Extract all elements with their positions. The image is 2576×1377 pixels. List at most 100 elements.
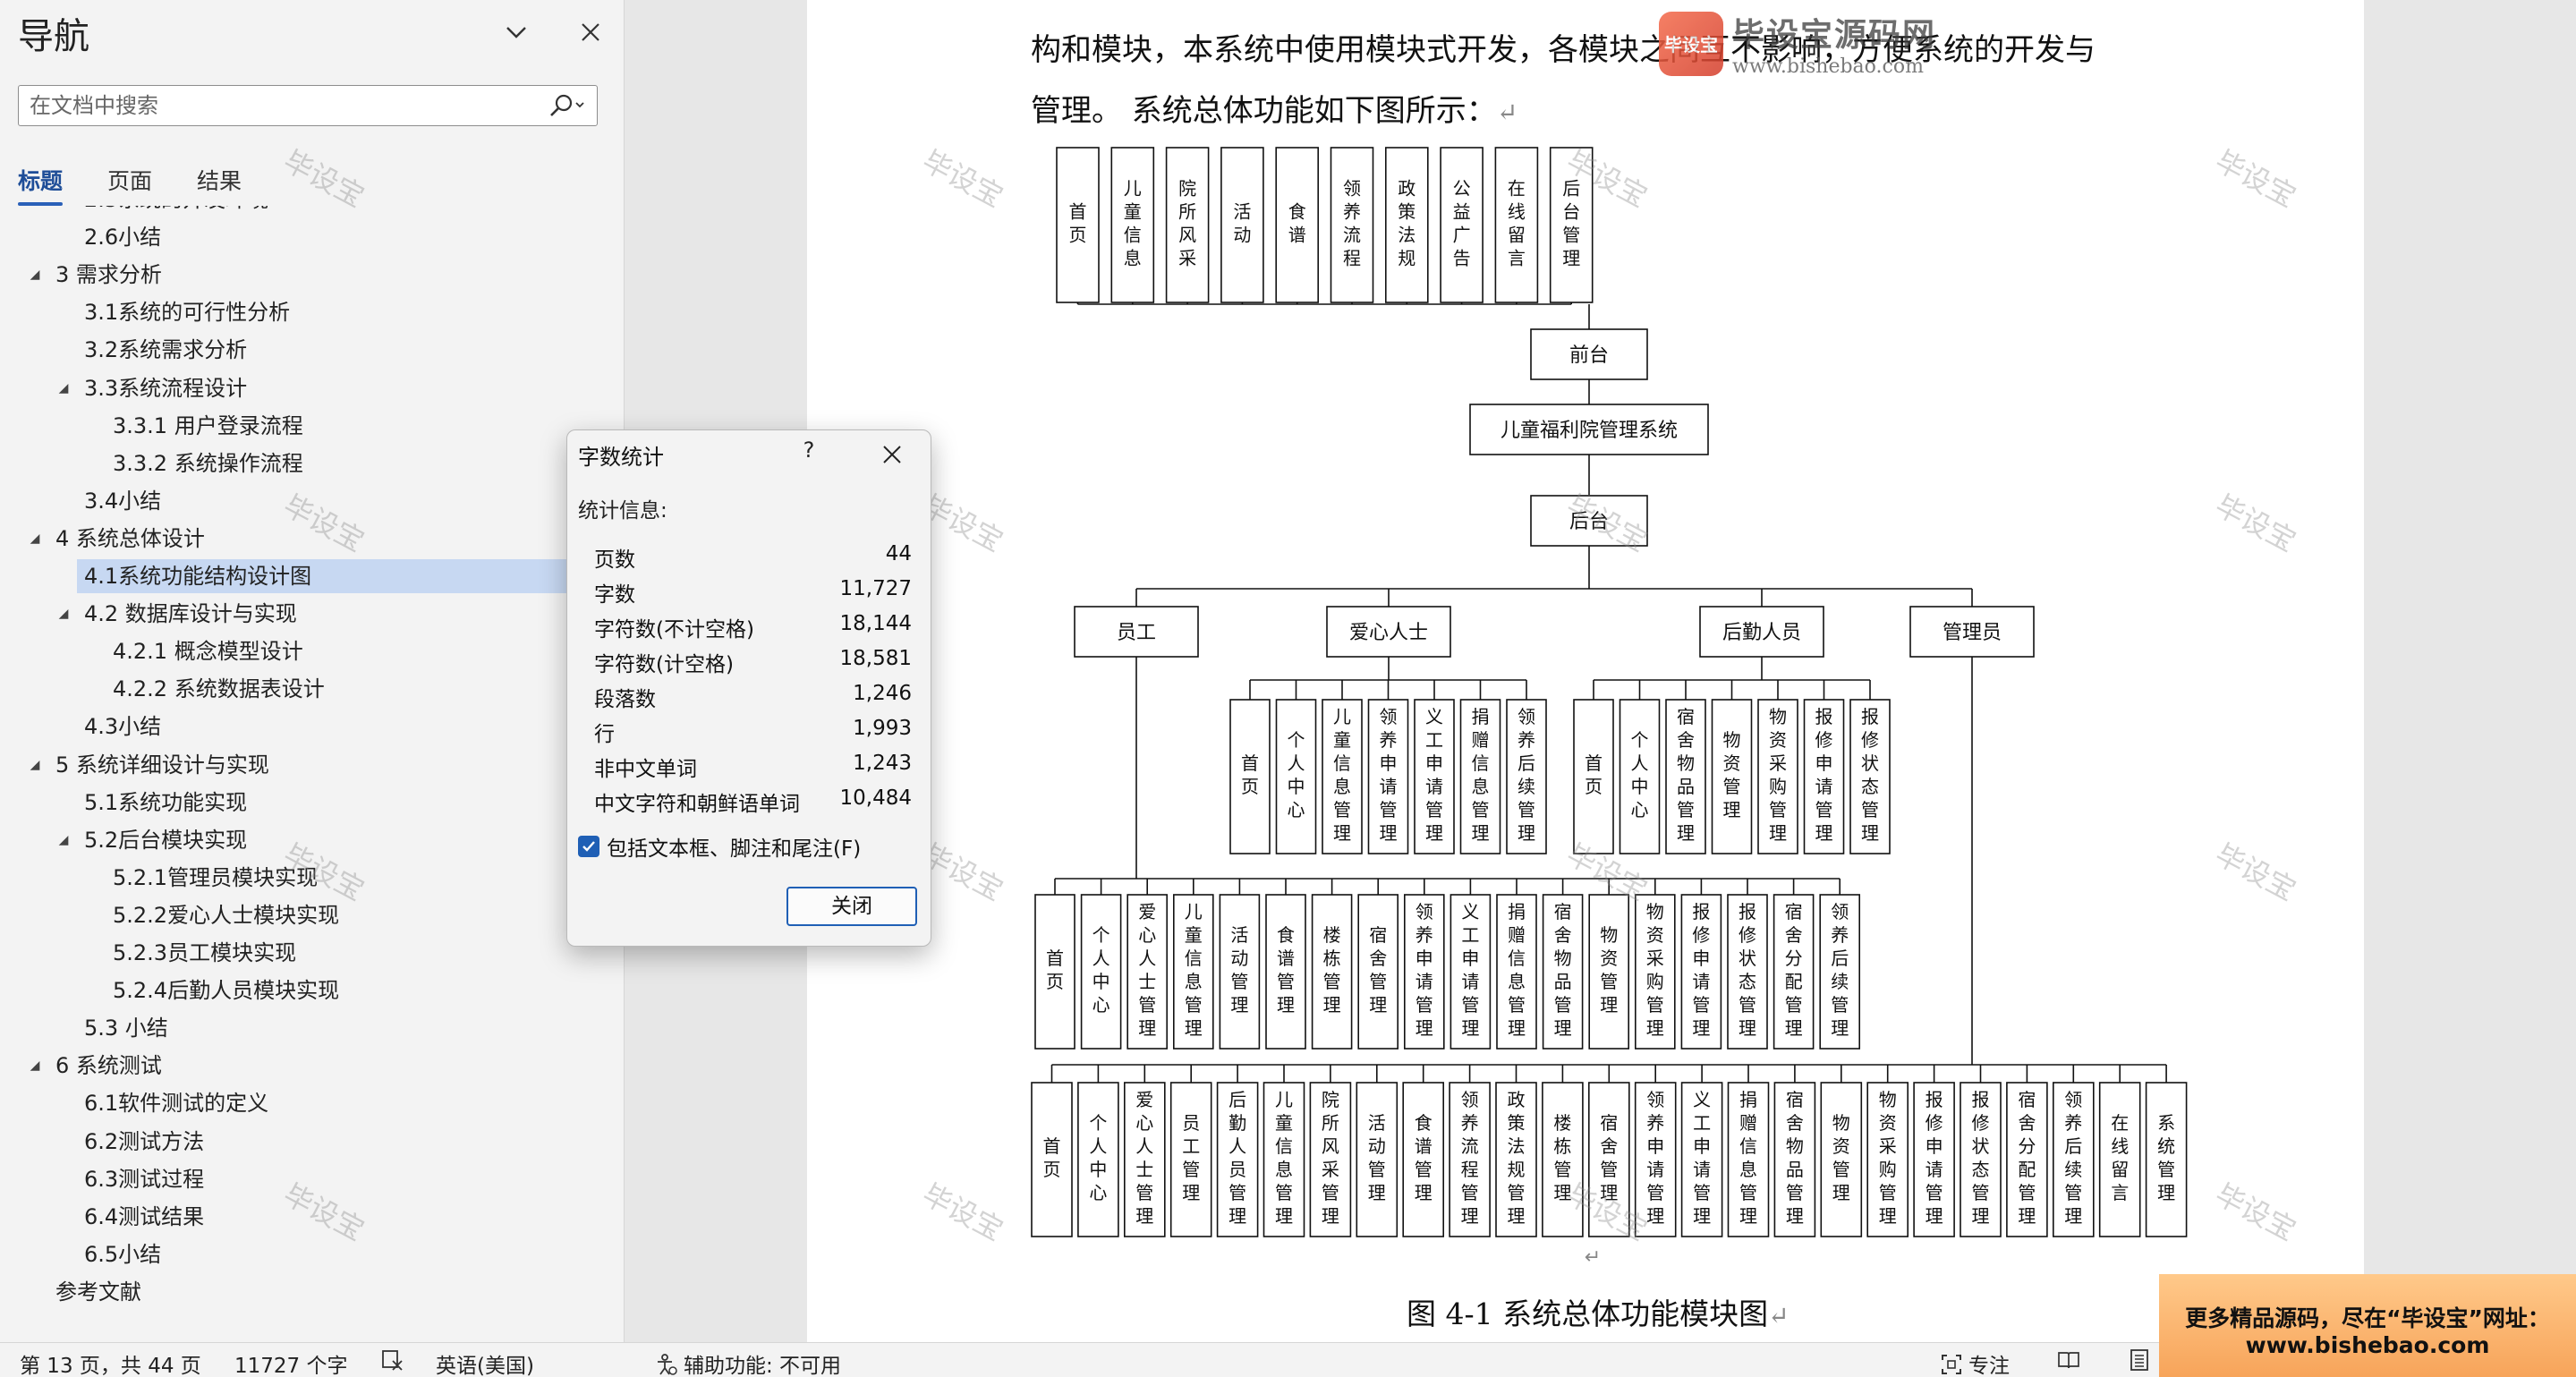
- nav-heading-item[interactable]: 4.1系统功能结构设计图: [77, 559, 573, 593]
- stat-label: 非中文单词: [594, 758, 697, 781]
- stat-label: 字数: [594, 583, 635, 607]
- stat-label: 行: [594, 723, 615, 746]
- nav-heading-label: 2.6小结: [84, 225, 162, 250]
- stat-row: 页数 44: [594, 542, 912, 577]
- nav-heading-item[interactable]: 4.2.1 概念模型设计: [113, 634, 303, 668]
- word-count-dialog: 字数统计 ? 统计信息: 页数 44 字数 11,727 字符数(不计空格) 18,144…: [566, 429, 931, 947]
- nav-heading-item[interactable]: 6.2测试方法: [84, 1125, 204, 1159]
- stat-row: 行 1,993: [594, 717, 912, 752]
- expand-triangle-icon[interactable]: ◢: [25, 748, 45, 782]
- dialog-close-icon[interactable]: [870, 438, 914, 472]
- checkbox-checked-icon[interactable]: [578, 836, 599, 857]
- stat-value: 1,246: [853, 682, 912, 705]
- close-icon[interactable]: [571, 13, 610, 52]
- role-node-label: 爱心人士: [1349, 622, 1428, 644]
- nav-heading-item[interactable]: 5.2.1管理员模块实现: [113, 861, 318, 895]
- nav-heading-label: 2.5系统的开发环境: [84, 206, 268, 212]
- nav-search-box: [18, 85, 598, 126]
- print-layout-icon[interactable]: [2128, 1348, 2151, 1377]
- focus-mode[interactable]: 专注: [1940, 1348, 2010, 1377]
- expand-triangle-icon[interactable]: ◢: [54, 597, 73, 631]
- nav-heading-label: 3.1系统的可行性分析: [84, 300, 291, 325]
- nav-heading-item[interactable]: 3.4小结: [84, 484, 161, 518]
- nav-heading-label: 3.2系统需求分析: [84, 337, 248, 362]
- nav-heading-item[interactable]: ◢ 5 系统详细设计与实现: [30, 748, 269, 782]
- nav-heading-item[interactable]: 5.2.2爱心人士模块实现: [113, 898, 339, 932]
- word-count[interactable]: 11727 个字: [234, 1348, 347, 1377]
- nav-heading-label: 6.1软件测试的定义: [84, 1091, 269, 1116]
- nav-heading-item[interactable]: 参考文献: [55, 1275, 141, 1309]
- proofing-icon[interactable]: [380, 1348, 405, 1377]
- help-button[interactable]: ?: [791, 438, 827, 472]
- nav-heading-item[interactable]: 3.1系统的可行性分析: [84, 295, 290, 329]
- nav-heading-label: 3.3系统流程设计: [84, 376, 248, 401]
- nav-heading-item[interactable]: 3.3.2 系统操作流程: [113, 446, 303, 480]
- nav-heading-item[interactable]: 6.3测试过程: [84, 1162, 204, 1196]
- nav-heading-item[interactable]: ◢ 5.2后台模块实现: [59, 823, 248, 857]
- nav-heading-item[interactable]: 6.4测试结果: [84, 1200, 204, 1234]
- search-icon[interactable]: [541, 89, 591, 122]
- stat-row: 段落数 1,246: [594, 682, 912, 717]
- chevron-down-icon[interactable]: [497, 13, 536, 52]
- tab-results[interactable]: 结果: [197, 164, 242, 208]
- document-page[interactable]: 构和模块，本系统中使用模块式开发，各模块之间互不影响，方便系统的开发与 管理。 …: [807, 0, 2364, 1342]
- promo-banner[interactable]: 更多精品源码，尽在“毕设宝”网址： www.bishebao.com: [2159, 1274, 2576, 1377]
- expand-triangle-icon[interactable]: ◢: [25, 258, 45, 292]
- stat-label: 页数: [594, 548, 635, 572]
- nav-heading-label: 6.4测试结果: [84, 1204, 205, 1229]
- nav-heading-label: 5.3 小结: [84, 1016, 168, 1041]
- nav-heading-item[interactable]: 3.3.1 用户登录流程: [113, 409, 303, 443]
- nav-heading-label: 4 系统总体设计: [55, 526, 205, 551]
- promo-url[interactable]: www.bishebao.com: [2159, 1332, 2576, 1358]
- nav-heading-label: 6.3测试过程: [84, 1167, 205, 1192]
- tab-headings[interactable]: 标题: [18, 164, 64, 208]
- nav-heading-item[interactable]: ◢ 4.2 数据库设计与实现: [59, 597, 297, 631]
- stat-value: 10,484: [839, 786, 912, 810]
- nav-heading-item[interactable]: 4.3小结: [84, 710, 161, 744]
- expand-triangle-icon[interactable]: ◢: [54, 823, 73, 857]
- role-node-label: 后勤人员: [1722, 622, 1801, 644]
- logo-name: 毕设宝源码网: [1732, 17, 1937, 54]
- checkbox-label[interactable]: 包括文本框、脚注和尾注(F): [607, 831, 861, 862]
- nav-heading-item[interactable]: 5.2.4后勤人员模块实现: [113, 973, 339, 1007]
- nav-heading-item[interactable]: 3.2系统需求分析: [84, 333, 247, 367]
- nav-heading-item[interactable]: ◢ 6 系统测试: [30, 1049, 162, 1083]
- nav-heading-item[interactable]: 6.5小结: [84, 1237, 161, 1271]
- nav-heading-label: 5 系统详细设计与实现: [55, 752, 269, 778]
- nav-heading-label: 5.2后台模块实现: [84, 828, 248, 853]
- nav-heading-item[interactable]: 5.3 小结: [84, 1011, 168, 1045]
- front-node-label: 前台: [1569, 344, 1609, 367]
- nav-heading-label: 6 系统测试: [55, 1053, 162, 1078]
- nav-heading-item[interactable]: 2.5系统的开发环境: [84, 206, 268, 217]
- expand-triangle-icon[interactable]: ◢: [54, 371, 73, 405]
- nav-heading-item[interactable]: 6.1软件测试的定义: [84, 1086, 268, 1120]
- promo-text: 更多精品源码，尽在“毕设宝”网址：: [2185, 1305, 2550, 1331]
- word-window: 导航 标题 页面 结果 2.5系统的开发环境 2.6小结 ◢3 需求分析 3.1系统的…: [0, 0, 2576, 1377]
- read-mode-icon[interactable]: [2056, 1348, 2081, 1377]
- site-logo-watermark: 毕设宝 毕设宝源码网 www.bishebao.com: [1659, 9, 1936, 78]
- tab-pages[interactable]: 页面: [107, 164, 152, 208]
- nav-heading-item[interactable]: ◢ 3 需求分析: [30, 258, 162, 292]
- nav-heading-label: 3.3.2 系统操作流程: [113, 451, 303, 476]
- page-count[interactable]: 第 13 页，共 44 页: [20, 1348, 201, 1377]
- nav-heading-item[interactable]: ◢ 4 系统总体设计: [30, 522, 205, 556]
- nav-heading-item[interactable]: 5.2.3员工模块实现: [113, 936, 296, 970]
- accessibility-status[interactable]: 辅助功能: 不可用: [655, 1348, 841, 1377]
- expand-triangle-icon[interactable]: ◢: [25, 1049, 45, 1083]
- nav-heading-item[interactable]: 5.1系统功能实现: [84, 786, 247, 820]
- nav-heading-label: 4.2.1 概念模型设计: [113, 639, 303, 664]
- role-node-label: 管理员: [1943, 622, 2002, 644]
- nav-heading-label: 5.2.2爱心人士模块实现: [113, 903, 340, 928]
- nav-heading-item[interactable]: 4.2.2 系统数据表设计: [113, 672, 325, 706]
- stat-value: 11,727: [839, 577, 912, 600]
- close-button[interactable]: 关闭: [786, 887, 917, 926]
- figure-caption: 图 4-1 系统总体功能模块图↵: [1407, 1296, 1790, 1331]
- language-indicator[interactable]: 英语(美国): [436, 1348, 534, 1377]
- nav-pane-title: 导航: [18, 16, 89, 57]
- nav-heading-item[interactable]: 2.6小结: [84, 220, 161, 254]
- include-textboxes-checkbox[interactable]: 包括文本框、脚注和尾注(F): [578, 831, 861, 862]
- expand-triangle-icon[interactable]: ◢: [25, 522, 45, 556]
- nav-heading-item[interactable]: ◢ 3.3系统流程设计: [59, 371, 248, 405]
- search-input[interactable]: [19, 86, 538, 125]
- stat-label: 字符数(不计空格): [594, 618, 754, 642]
